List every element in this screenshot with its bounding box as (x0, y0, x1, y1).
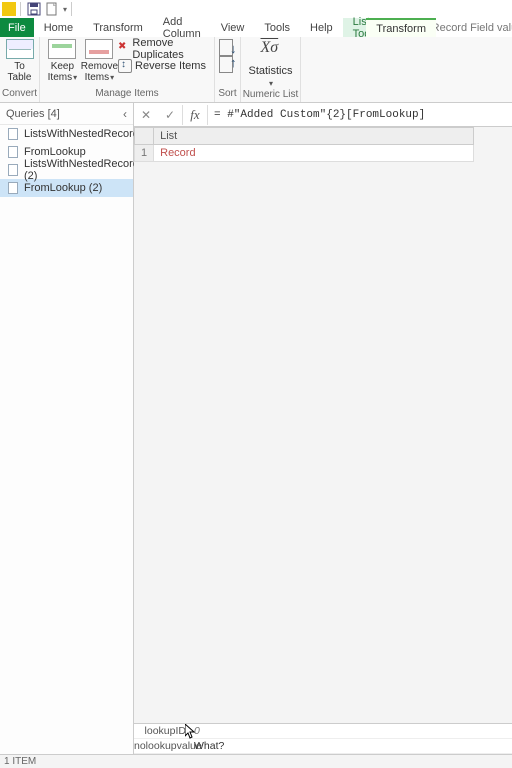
statistics-icon (257, 39, 285, 63)
tab-view[interactable]: View (211, 18, 255, 37)
app-logo-icon (2, 2, 16, 16)
keep-items-icon (48, 39, 76, 59)
ribbon: To Table Convert Keep Items▾ Remove Item… (0, 37, 512, 103)
query-table-icon (8, 146, 18, 158)
query-list-icon (8, 182, 18, 194)
fx-icon[interactable]: fx (183, 103, 207, 127)
column-header-list[interactable]: List (154, 128, 474, 145)
query-table-icon (8, 164, 18, 176)
detail-value: 0 (190, 725, 200, 737)
tab-file[interactable]: File (0, 18, 34, 37)
tab-help[interactable]: Help (300, 18, 343, 37)
cancel-formula-button[interactable]: ✕ (134, 103, 158, 127)
table-row[interactable]: 1 Record (135, 145, 474, 162)
detail-label: lookupID (134, 725, 190, 737)
remove-duplicates-button[interactable]: Remove Duplicates (118, 41, 210, 57)
editor-area: ✕ ✓ fx = #"Added Custom"{2}[FromLookup] … (134, 103, 512, 754)
tab-list-transform[interactable]: Transform (366, 18, 436, 37)
qat-overflow-icon[interactable]: ▾ (63, 5, 67, 14)
query-item-label: ListsWithNestedRecords (24, 128, 144, 140)
detail-row: lookupID 0 (134, 724, 512, 739)
tab-transform[interactable]: Transform (83, 18, 153, 37)
grid-corner[interactable] (135, 128, 154, 145)
formula-input[interactable]: = #"Added Custom"{2}[FromLookup] (208, 109, 512, 121)
status-bar: 1 ITEM (0, 754, 512, 768)
queries-header-label: Queries [4] (6, 108, 60, 120)
data-grid[interactable]: List 1 Record (134, 127, 512, 723)
to-table-icon (6, 39, 34, 59)
row-number[interactable]: 1 (135, 145, 154, 162)
tab-add-column[interactable]: Add Column (153, 18, 211, 37)
workspace: Queries [4] ‹ ListsWithNestedRecords Fro… (0, 103, 512, 754)
statistics-button[interactable]: Statistics▾ (245, 39, 296, 89)
quick-access-toolbar: ▾ (0, 0, 512, 18)
reverse-items-icon (118, 59, 132, 73)
remove-duplicates-icon (118, 42, 129, 56)
ribbon-group-sort: Sort (215, 88, 240, 102)
new-document-icon[interactable] (45, 2, 59, 16)
ribbon-group-manage-items: Manage Items (40, 88, 214, 102)
queries-header[interactable]: Queries [4] ‹ (0, 103, 133, 125)
reverse-items-button[interactable]: Reverse Items (118, 58, 210, 74)
remove-items-icon (85, 39, 113, 59)
ribbon-group-convert: Convert (0, 88, 39, 102)
query-item[interactable]: ListsWithNestedRecords (0, 125, 133, 143)
detail-row: nolookupvalue What? (134, 739, 512, 754)
remove-items-button[interactable]: Remove Items▾ (81, 39, 118, 83)
cell-record-link[interactable]: Record (154, 145, 474, 162)
query-item-label: FromLookup (24, 146, 86, 158)
commit-formula-button[interactable]: ✓ (158, 103, 182, 127)
save-icon[interactable] (27, 2, 41, 16)
tab-home[interactable]: Home (34, 18, 83, 37)
query-item[interactable]: ListsWithNestedRecords (2) (0, 161, 133, 179)
queries-list: ListsWithNestedRecords FromLookup ListsW… (0, 125, 133, 197)
tab-tools[interactable]: Tools (254, 18, 300, 37)
ribbon-group-numeric-list: Numeric List (241, 89, 300, 102)
collapse-pane-icon[interactable]: ‹ (123, 107, 127, 121)
keep-items-button[interactable]: Keep Items▾ (44, 39, 81, 83)
status-item-count: 1 ITEM (4, 756, 36, 767)
queries-pane: Queries [4] ‹ ListsWithNestedRecords Fro… (0, 103, 134, 754)
qat-separator (71, 2, 72, 16)
detail-value: What? (190, 740, 224, 752)
formula-bar: ✕ ✓ fx = #"Added Custom"{2}[FromLookup] (134, 103, 512, 127)
qat-separator (20, 2, 21, 16)
query-item-label: FromLookup (2) (24, 182, 102, 194)
query-item-label: ListsWithNestedRecords (2) (24, 158, 144, 182)
query-table-icon (8, 128, 18, 140)
detail-label: nolookupvalue (134, 740, 190, 752)
record-detail-pane: lookupID 0 nolookupvalue What? (134, 723, 512, 754)
sort-button[interactable]: ↓ ↑ (217, 39, 239, 75)
to-table-button[interactable]: To Table (4, 39, 35, 83)
